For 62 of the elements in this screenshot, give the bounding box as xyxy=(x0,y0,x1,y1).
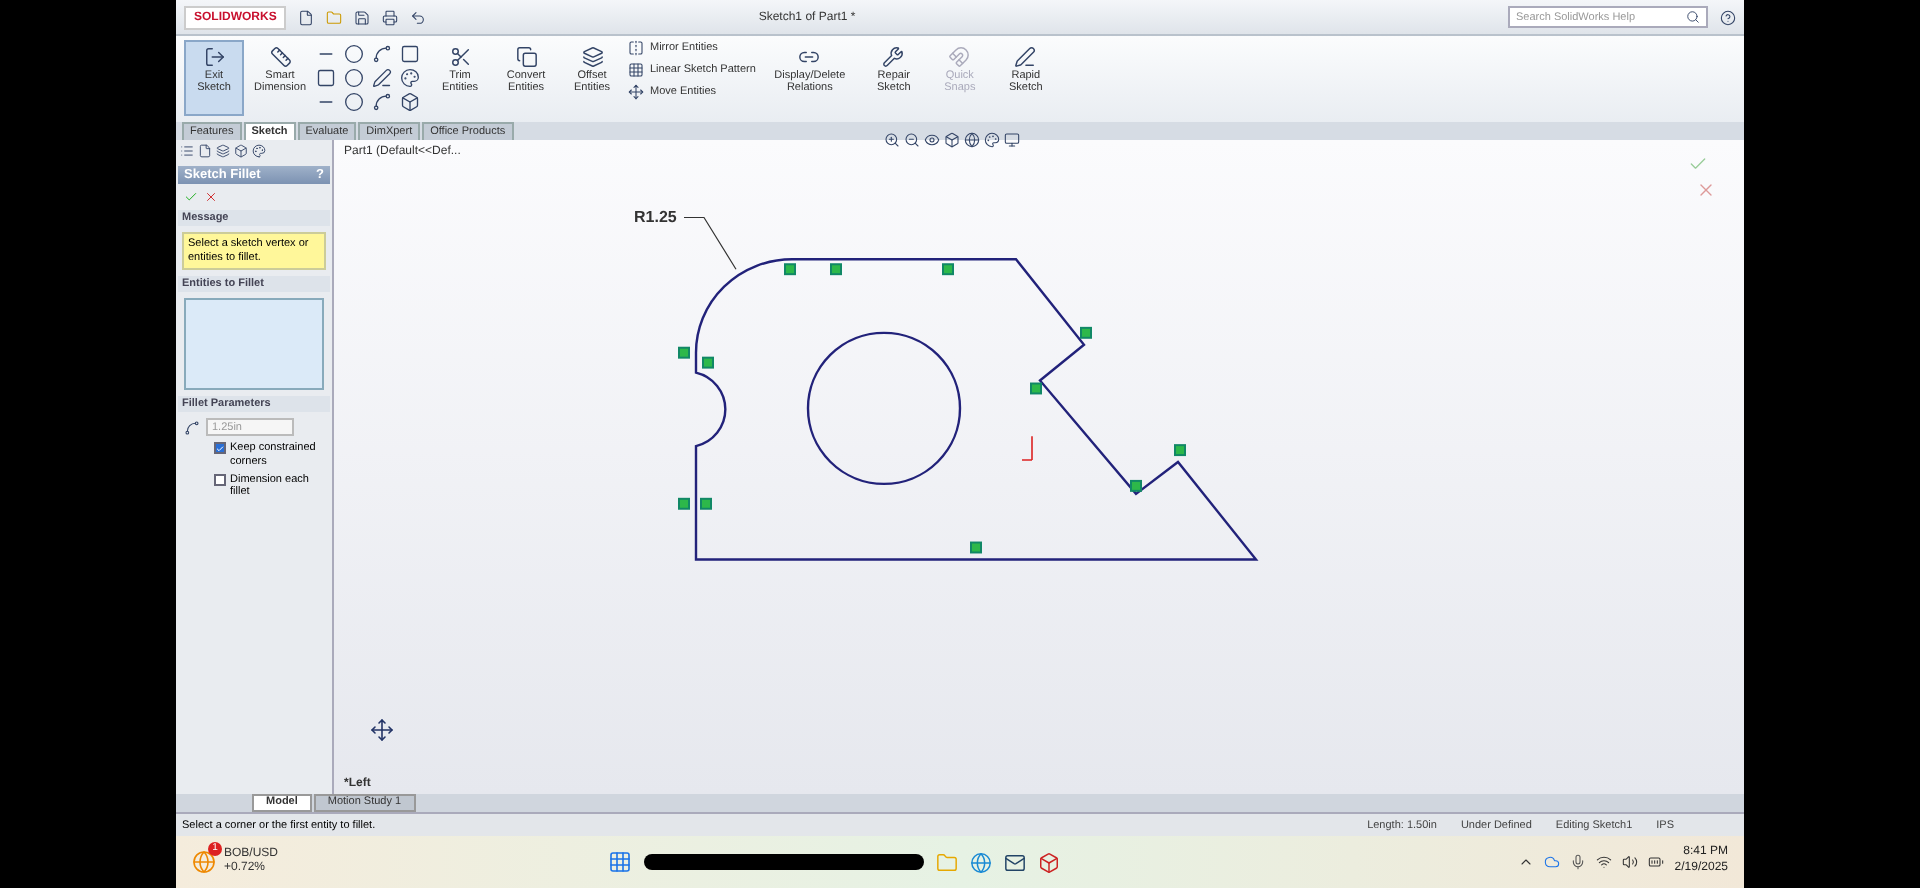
relation-marker[interactable] xyxy=(1080,326,1092,339)
scissors-icon[interactable] xyxy=(449,46,471,68)
layers-icon[interactable] xyxy=(581,46,603,68)
mail-icon[interactable] xyxy=(1004,851,1026,873)
sketch-circle[interactable] xyxy=(806,331,962,486)
cube-icon[interactable] xyxy=(944,132,960,148)
relation-marker[interactable] xyxy=(942,263,954,276)
relation-marker[interactable] xyxy=(1030,382,1042,395)
relation-marker[interactable] xyxy=(1174,444,1186,457)
spline-icon[interactable] xyxy=(372,44,392,64)
start-icon[interactable] xyxy=(608,850,632,874)
radius-icon[interactable] xyxy=(184,419,200,436)
sketch-outline[interactable] xyxy=(694,258,1258,561)
cancel-icon[interactable] xyxy=(204,190,218,204)
search-icon[interactable] xyxy=(1686,10,1700,24)
ruler-icon[interactable] xyxy=(269,46,291,68)
property-icon[interactable] xyxy=(198,144,212,158)
relation-marker[interactable] xyxy=(830,263,842,276)
save-icon[interactable] xyxy=(354,9,371,25)
palette-icon[interactable] xyxy=(984,132,1000,148)
exit-icon[interactable] xyxy=(203,46,225,68)
grid-icon[interactable] xyxy=(628,62,644,78)
relation-marker[interactable] xyxy=(784,263,796,276)
wifi-icon[interactable] xyxy=(1596,854,1613,870)
origin-icon xyxy=(1021,435,1033,461)
view-icon[interactable] xyxy=(924,132,940,148)
relation-marker[interactable] xyxy=(702,356,714,369)
globe-icon[interactable] xyxy=(964,132,980,148)
pen-icon[interactable] xyxy=(1014,46,1037,68)
zoom-out-icon[interactable] xyxy=(904,132,920,148)
battery-icon[interactable] xyxy=(1648,854,1665,870)
cloud-icon[interactable] xyxy=(1544,854,1561,870)
mirror-icon[interactable] xyxy=(628,40,644,56)
new-file-icon[interactable] xyxy=(298,9,315,25)
printer-icon[interactable] xyxy=(382,9,399,25)
relation-marker[interactable] xyxy=(700,497,712,510)
browser-icon[interactable] xyxy=(970,851,992,873)
move-icon[interactable] xyxy=(628,84,644,100)
speaker-icon[interactable] xyxy=(1622,854,1639,870)
relation-marker[interactable] xyxy=(1130,479,1142,492)
axis-triad-icon xyxy=(370,718,394,742)
rectangle-icon[interactable] xyxy=(316,68,336,88)
chevron-icon[interactable] xyxy=(1518,854,1535,870)
wrench-icon[interactable] xyxy=(882,46,905,68)
appearance-icon[interactable] xyxy=(252,144,266,158)
checkbox[interactable] xyxy=(214,442,226,455)
fillet-icon[interactable] xyxy=(372,92,392,112)
undo-icon[interactable] xyxy=(410,9,427,25)
relation-marker[interactable] xyxy=(678,346,690,359)
mic-icon[interactable] xyxy=(1570,854,1587,870)
zoom-icon[interactable] xyxy=(884,132,900,148)
copy-icon[interactable] xyxy=(515,46,537,68)
monitor-icon[interactable] xyxy=(1004,132,1020,148)
dimension-label[interactable]: R1.25 xyxy=(634,208,677,226)
help-icon[interactable] xyxy=(1720,9,1736,25)
checkbox[interactable] xyxy=(214,473,226,486)
relation-marker[interactable] xyxy=(970,541,982,554)
tree-icon[interactable] xyxy=(180,144,194,158)
link-icon[interactable] xyxy=(798,46,821,68)
circle-icon[interactable] xyxy=(344,44,364,64)
relation-marker[interactable] xyxy=(678,497,690,510)
leader-line xyxy=(683,216,737,270)
